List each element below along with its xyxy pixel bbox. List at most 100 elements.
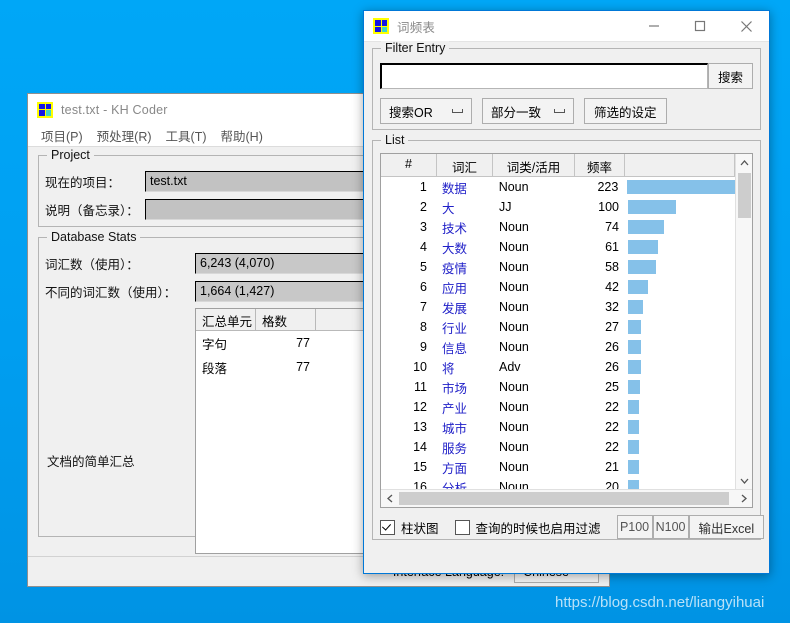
row-index: 13 bbox=[413, 420, 427, 434]
match-mode-dropdown[interactable]: 部分一致 bbox=[482, 98, 574, 124]
table-row[interactable]: 2 大 JJ 100 bbox=[381, 197, 735, 217]
vertical-scroll-thumb[interactable] bbox=[737, 173, 751, 218]
menu-item-tools[interactable]: 工具(T) bbox=[159, 124, 214, 147]
row-word[interactable]: 信息 bbox=[437, 338, 493, 357]
scroll-down-icon[interactable] bbox=[736, 472, 753, 489]
horizontal-scroll-thumb[interactable] bbox=[399, 492, 729, 505]
row-frequency: 22 bbox=[605, 400, 619, 414]
row-bar-cell bbox=[625, 377, 735, 397]
scroll-up-icon[interactable] bbox=[736, 154, 753, 171]
table-row[interactable]: 13 城市 Noun 22 bbox=[381, 417, 735, 437]
search-mode-dropdown[interactable]: 搜索OR bbox=[380, 98, 472, 124]
table-row[interactable]: 8 行业 Noun 27 bbox=[381, 317, 735, 337]
col-header-index[interactable]: # bbox=[381, 154, 437, 177]
row-word[interactable]: 分析 bbox=[437, 478, 493, 490]
table-row[interactable]: 1 数据 Noun 223 bbox=[381, 177, 735, 197]
table-row[interactable]: 11 市场 Noun 25 bbox=[381, 377, 735, 397]
checkbox-indicator[interactable] bbox=[380, 519, 395, 535]
stats-note: 文档的简单汇总 bbox=[45, 308, 195, 554]
row-pos: Noun bbox=[499, 340, 529, 354]
col-header-word[interactable]: 词汇 bbox=[437, 154, 493, 177]
table-row[interactable]: 9 信息 Noun 26 bbox=[381, 337, 735, 357]
row-frequency: 27 bbox=[605, 320, 619, 334]
close-icon[interactable] bbox=[723, 11, 769, 42]
bar-chart-label: 柱状图 bbox=[401, 521, 439, 536]
table-row[interactable]: 3 技术 Noun 74 bbox=[381, 217, 735, 237]
row-word[interactable]: 疫情 bbox=[437, 258, 493, 277]
row-bar-cell bbox=[625, 437, 735, 457]
col-header-barchart[interactable] bbox=[625, 154, 735, 177]
row-index: 3 bbox=[420, 220, 427, 234]
table-row[interactable]: 7 发展 Noun 32 bbox=[381, 297, 735, 317]
frequency-bar bbox=[628, 480, 639, 489]
row-word[interactable]: 城市 bbox=[437, 418, 493, 437]
row-word[interactable]: 发展 bbox=[437, 298, 493, 317]
database-stats-legend: Database Stats bbox=[47, 230, 141, 244]
row-bar-cell bbox=[625, 197, 735, 217]
search-button[interactable]: 搜索 bbox=[707, 63, 753, 89]
row-pos: Noun bbox=[498, 180, 529, 194]
row-word[interactable]: 将 bbox=[437, 358, 493, 377]
export-excel-button[interactable]: 输出Excel bbox=[688, 515, 765, 539]
scroll-left-icon[interactable] bbox=[381, 490, 398, 507]
p100-button[interactable]: P100 bbox=[616, 515, 653, 539]
row-index: 4 bbox=[420, 240, 427, 254]
project-group-legend: Project bbox=[47, 148, 94, 162]
row-word[interactable]: 市场 bbox=[437, 378, 493, 397]
row-bar-cell bbox=[625, 237, 735, 257]
search-mode-value: 搜索OR bbox=[389, 105, 433, 120]
scroll-right-icon[interactable] bbox=[735, 490, 752, 507]
row-word[interactable]: 方面 bbox=[437, 458, 493, 477]
row-bar-cell bbox=[625, 337, 735, 357]
freq-window-titlebar[interactable]: 词频表 bbox=[364, 11, 769, 42]
n100-button[interactable]: N100 bbox=[652, 515, 689, 539]
table-row[interactable]: 6 应用 Noun 42 bbox=[381, 277, 735, 297]
filter-on-query-checkbox[interactable]: 查询的时候也启用过滤 bbox=[454, 518, 601, 537]
row-bar-cell bbox=[625, 457, 735, 477]
row-word[interactable]: 数据 bbox=[437, 178, 493, 197]
table-row[interactable]: 10 将 Adv 26 bbox=[381, 357, 735, 377]
summary-col-unit[interactable]: 汇总单元 bbox=[196, 309, 256, 331]
table-row[interactable]: 14 服务 Noun 22 bbox=[381, 437, 735, 457]
row-frequency: 26 bbox=[605, 360, 619, 374]
row-word[interactable]: 大数 bbox=[437, 238, 493, 257]
filter-settings-button[interactable]: 筛选的设定 bbox=[584, 98, 667, 124]
stats-note-text: 文档的简单汇总 bbox=[47, 455, 135, 469]
summary-unit-sentence: 字句 bbox=[202, 337, 228, 352]
table-row[interactable]: 4 大数 Noun 61 bbox=[381, 237, 735, 257]
row-pos: Noun bbox=[499, 260, 529, 274]
list-group-legend: List bbox=[381, 133, 409, 147]
row-word[interactable]: 产业 bbox=[437, 398, 493, 417]
summary-col-count[interactable]: 格数 bbox=[256, 309, 316, 331]
col-header-frequency[interactable]: 频率 bbox=[575, 154, 625, 177]
col-header-pos[interactable]: 词类/活用 bbox=[493, 154, 575, 177]
khcoder-grid-icon bbox=[373, 18, 389, 34]
menu-item-project[interactable]: 项目(P) bbox=[34, 124, 90, 147]
table-row[interactable]: 16 分析 Noun 20 bbox=[381, 477, 735, 489]
menu-item-help[interactable]: 帮助(H) bbox=[214, 124, 270, 147]
row-word[interactable]: 应用 bbox=[437, 278, 493, 297]
list-vertical-scrollbar[interactable] bbox=[735, 154, 752, 489]
description-label: 说明（备忘录）： bbox=[45, 203, 139, 218]
search-input[interactable] bbox=[380, 63, 708, 89]
row-frequency: 42 bbox=[605, 280, 619, 294]
frequency-bar bbox=[628, 340, 641, 354]
row-word[interactable]: 行业 bbox=[437, 318, 493, 337]
frequency-bar bbox=[628, 420, 639, 434]
menu-item-preprocess[interactable]: 预处理(R) bbox=[90, 124, 159, 147]
minimize-icon[interactable] bbox=[631, 11, 677, 42]
maximize-icon[interactable] bbox=[677, 11, 723, 42]
row-index: 2 bbox=[420, 200, 427, 214]
row-word[interactable]: 大 bbox=[437, 198, 493, 217]
checkbox-indicator[interactable] bbox=[454, 519, 470, 535]
frequency-bar bbox=[628, 300, 643, 314]
table-row[interactable]: 5 疫情 Noun 58 bbox=[381, 257, 735, 277]
row-index: 8 bbox=[420, 320, 427, 334]
table-row[interactable]: 12 产业 Noun 22 bbox=[381, 397, 735, 417]
frequency-bar bbox=[628, 360, 641, 374]
table-row[interactable]: 15 方面 Noun 21 bbox=[381, 457, 735, 477]
list-horizontal-scrollbar[interactable] bbox=[381, 489, 752, 507]
row-word[interactable]: 技术 bbox=[437, 218, 493, 237]
row-word[interactable]: 服务 bbox=[437, 438, 493, 457]
bar-chart-checkbox[interactable]: 柱状图 bbox=[380, 518, 439, 537]
